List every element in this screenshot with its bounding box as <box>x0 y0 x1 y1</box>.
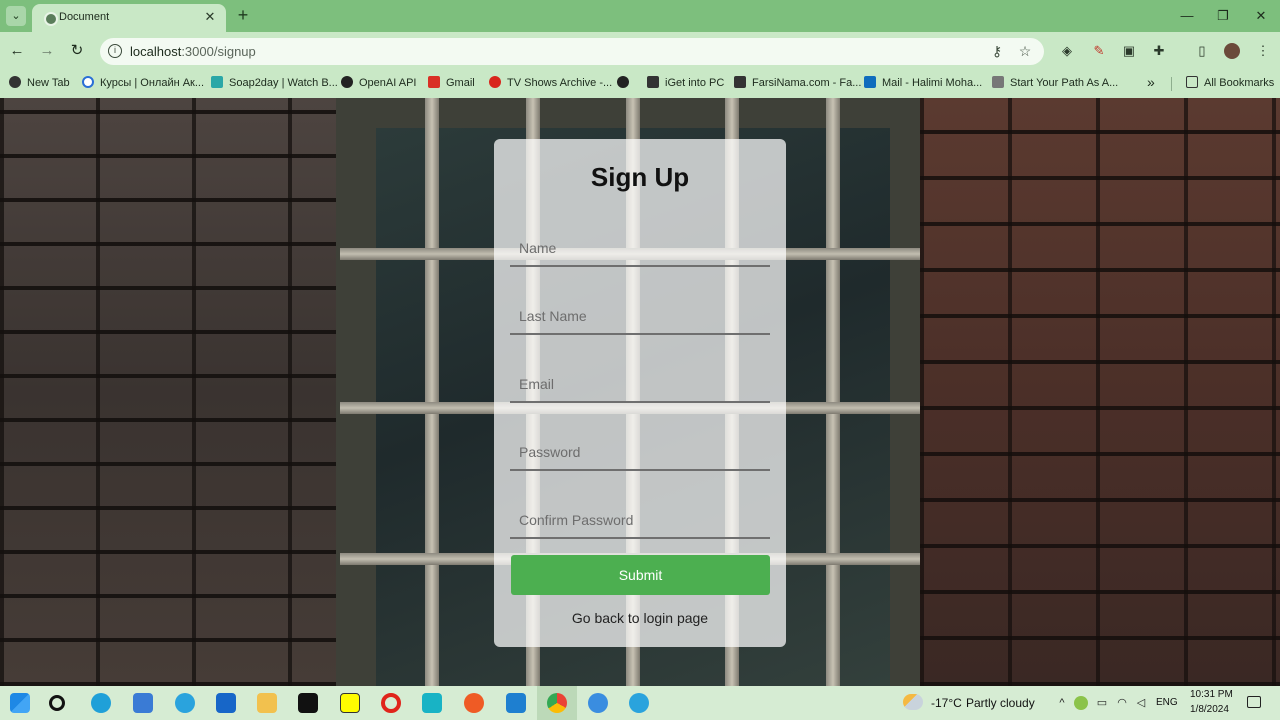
postman-icon[interactable] <box>464 693 484 713</box>
bookmark-kursy[interactable]: Курсы | Онлайн Ак... <box>82 76 204 92</box>
tab-title: Document <box>59 11 110 23</box>
chrome-menu-icon[interactable]: ⋮ <box>1254 42 1272 60</box>
bookmark-openai[interactable]: OpenAI API <box>341 76 416 92</box>
extension-a-icon[interactable]: ◈ <box>1058 42 1076 60</box>
tab-search-button[interactable]: ⌄ <box>6 6 26 26</box>
last-name-field[interactable] <box>510 299 770 335</box>
back-to-login-link[interactable]: Go back to login page <box>494 610 786 626</box>
snapchat-icon[interactable] <box>340 693 360 713</box>
wifi-icon[interactable]: ◠ <box>1115 696 1129 710</box>
telegram-2-icon[interactable] <box>629 693 649 713</box>
gmail-icon <box>428 76 440 88</box>
bookmarks-bar: New Tab Курсы | Онлайн Ак... Soap2day | … <box>0 70 1280 98</box>
bookmark-start-your-path[interactable]: Start Your Path As A... <box>992 76 1118 92</box>
new-tab-button[interactable]: + <box>234 6 252 24</box>
password-key-icon[interactable]: ⚷ <box>988 42 1006 60</box>
site-info-icon[interactable]: i <box>108 44 122 58</box>
url-text: localhost:3000/signup <box>130 44 256 59</box>
forward-button[interactable]: → <box>37 41 57 61</box>
edge-icon[interactable] <box>91 693 111 713</box>
farsinama-icon <box>734 76 746 88</box>
name-field[interactable] <box>510 231 770 267</box>
tiktok-icon[interactable] <box>298 693 318 713</box>
file-explorer-icon[interactable] <box>257 693 277 713</box>
weather-description[interactable]: Partly cloudy <box>966 696 1035 710</box>
battery-icon[interactable]: ▭ <box>1095 696 1109 710</box>
tv-icon <box>489 76 501 88</box>
mail-icon[interactable] <box>216 693 236 713</box>
circle-icon <box>82 76 94 88</box>
search-icon[interactable] <box>49 695 65 711</box>
webstorm-icon[interactable] <box>422 693 442 713</box>
bookmark-tv-shows[interactable]: TV Shows Archive -... <box>489 76 612 92</box>
clock-date[interactable]: 1/8/2024 <box>1190 704 1229 715</box>
tab-strip: ⌄ Document ✕ + — ❐ ✕ <box>0 0 1280 32</box>
all-bookmarks-button[interactable]: All Bookmarks <box>1186 76 1274 92</box>
tray-app-icon[interactable] <box>1074 696 1088 710</box>
app-blue-icon[interactable] <box>588 693 608 713</box>
browser-toolbar: ← → ↻ i localhost:3000/signup ⚷ ☆ <box>0 32 1280 70</box>
notification-icon[interactable] <box>1247 696 1261 708</box>
volume-icon[interactable]: ◁ <box>1134 696 1148 710</box>
bookmark-mail-halimi[interactable]: Mail - Halimi Moha... <box>864 76 982 92</box>
password-field[interactable] <box>510 435 770 471</box>
opera-icon[interactable] <box>381 693 401 713</box>
confirm-password-field[interactable] <box>510 503 770 539</box>
address-bar[interactable]: i localhost:3000/signup ⚷ ☆ <box>100 38 1044 65</box>
soap-icon <box>211 76 223 88</box>
bookmark-igetintopc[interactable]: iGet into PC <box>647 76 724 92</box>
folder-icon <box>1186 76 1198 88</box>
language-indicator[interactable]: ENG <box>1156 697 1178 708</box>
bookmarks-overflow-button[interactable]: » <box>1147 74 1155 90</box>
bookmark-farsinama[interactable]: FarsiNama.com - Fa... <box>734 76 861 92</box>
tray-chevron-icon[interactable]: ^ <box>1055 696 1069 710</box>
url-path: :3000/signup <box>181 44 256 59</box>
openai-icon <box>341 76 353 88</box>
bookmark-soap2day[interactable]: Soap2day | Watch B... <box>211 76 338 92</box>
close-window-button[interactable]: ✕ <box>1250 6 1272 26</box>
bookmark-globe[interactable] <box>617 76 635 92</box>
vscode-icon[interactable] <box>506 693 526 713</box>
bookmark-new-tab[interactable]: New Tab <box>9 76 70 92</box>
windows-start-icon[interactable] <box>10 693 30 713</box>
path-icon <box>992 76 1004 88</box>
taskbar: -17°C Partly cloudy ^ ▭ ◠ ◁ ENG 10:31 PM… <box>0 686 1280 720</box>
extension-doc-icon[interactable]: ▣ <box>1120 42 1138 60</box>
weather-icon[interactable] <box>903 694 923 710</box>
igetintopc-icon <box>647 76 659 88</box>
minimize-button[interactable]: — <box>1176 6 1198 26</box>
url-host: localhost <box>130 44 182 59</box>
restore-button[interactable]: ❐ <box>1212 6 1234 26</box>
chrome-icon[interactable] <box>547 693 567 713</box>
globe-icon <box>9 76 21 88</box>
page-title: Sign Up <box>590 162 690 192</box>
outlook-icon <box>864 76 876 88</box>
clock-time[interactable]: 10:31 PM <box>1190 689 1233 700</box>
favicon-icon <box>44 12 58 26</box>
reload-button[interactable]: ↻ <box>67 41 87 61</box>
side-panel-icon[interactable]: ▯ <box>1193 42 1211 60</box>
bookmark-gmail[interactable]: Gmail <box>428 76 475 92</box>
extensions-puzzle-icon[interactable]: ✚ <box>1150 42 1168 60</box>
tab-document[interactable]: Document ✕ <box>32 4 226 32</box>
telegram-icon[interactable] <box>175 693 195 713</box>
profile-avatar[interactable] <box>1224 43 1240 59</box>
bookmark-star-icon[interactable]: ☆ <box>1016 42 1034 60</box>
globe-icon <box>617 76 629 88</box>
email-field[interactable] <box>510 367 770 403</box>
tab-close-button[interactable]: ✕ <box>202 8 218 26</box>
store-icon[interactable] <box>133 693 153 713</box>
bookmarks-divider <box>1171 77 1172 91</box>
back-button[interactable]: ← <box>7 41 27 61</box>
extension-pen-icon[interactable]: ✎ <box>1090 42 1108 60</box>
weather-temperature[interactable]: -17°C <box>931 696 962 710</box>
submit-button[interactable]: Submit <box>511 555 770 595</box>
